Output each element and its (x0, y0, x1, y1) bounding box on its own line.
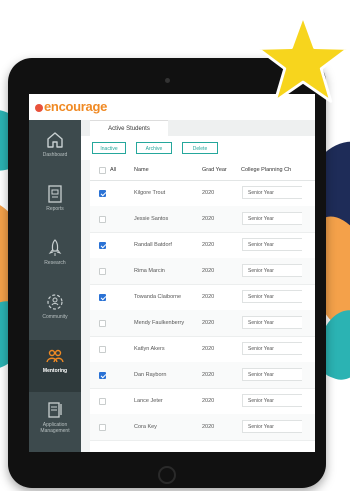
logo-text: encourage (44, 99, 108, 114)
grad-year: 2020 (202, 320, 215, 326)
column-header-college-planning[interactable]: College Planning Ch (241, 167, 291, 173)
home-icon (47, 132, 63, 148)
row-checkbox[interactable] (99, 424, 106, 431)
main-content: Active Students Inactive Archive Delete … (81, 120, 315, 452)
column-header-name[interactable]: Name (134, 167, 149, 173)
college-planning-select[interactable]: Senior Year (242, 238, 302, 251)
table-row[interactable]: Lance Jeter 2020 Senior Year (90, 388, 315, 415)
grad-year: 2020 (202, 190, 215, 196)
student-name[interactable]: Dan Rayborn (134, 372, 166, 378)
table-row[interactable]: Mendy Faulkenberry 2020 Senior Year (90, 310, 315, 337)
student-name[interactable]: Cora Key (134, 424, 157, 430)
sidebar-item-label: Research (44, 260, 66, 266)
grad-year: 2020 (202, 424, 215, 430)
table-row[interactable]: Jessie Santos 2020 Senior Year (90, 206, 315, 233)
college-planning-select[interactable]: Senior Year (242, 394, 302, 407)
tab-bar: Active Students (81, 120, 315, 137)
sidebar-item-label: Dashboard (42, 152, 68, 158)
sidebar-item-research[interactable]: Research (29, 232, 81, 284)
grad-year: 2020 (202, 346, 215, 352)
college-planning-select[interactable]: Senior Year (242, 290, 302, 303)
action-toolbar: Inactive Archive Delete (81, 136, 315, 160)
sidebar-item-mentoring[interactable]: Mentoring (29, 340, 81, 392)
mentoring-icon (46, 349, 64, 363)
table-row[interactable]: Randall Batdorf 2020 Senior Year (90, 232, 315, 259)
tablet-frame: encourage Dashboard Reports Research Com… (8, 58, 326, 488)
college-planning-select[interactable]: Senior Year (242, 368, 302, 381)
table-row[interactable]: Rima Marcin 2020 Senior Year (90, 258, 315, 285)
app-logo[interactable]: encourage (35, 99, 107, 114)
student-name[interactable]: Katlyn Akers (134, 346, 165, 352)
sidebar-item-application-management[interactable]: Application Management (29, 394, 81, 446)
table-row[interactable]: Cora Key 2020 Senior Year (90, 414, 315, 441)
row-checkbox[interactable] (99, 320, 106, 327)
app-screen: encourage Dashboard Reports Research Com… (29, 94, 315, 452)
table-row[interactable]: Dan Rayborn 2020 Senior Year (90, 362, 315, 389)
student-name[interactable]: Lance Jeter (134, 398, 163, 404)
row-checkbox[interactable] (99, 190, 106, 197)
row-checkbox[interactable] (99, 268, 106, 275)
student-name[interactable]: Jessie Santos (134, 216, 168, 222)
sidebar-item-label: Application Management (40, 422, 70, 434)
student-name[interactable]: Towanda Claiborne (134, 294, 181, 300)
row-checkbox[interactable] (99, 346, 106, 353)
grad-year: 2020 (202, 242, 215, 248)
table-row[interactable]: Towanda Claiborne 2020 Senior Year (90, 284, 315, 311)
archive-button[interactable]: Archive (136, 142, 172, 154)
table-header: All Name Grad Year College Planning Ch (90, 160, 315, 181)
column-header-grad-year[interactable]: Grad Year (202, 167, 227, 173)
row-checkbox[interactable] (99, 294, 106, 301)
students-table: All Name Grad Year College Planning Ch K… (90, 160, 315, 452)
sidebar-item-label: Reports (46, 206, 64, 212)
college-planning-select[interactable]: Senior Year (242, 264, 302, 277)
clipboard-icon (48, 402, 62, 418)
college-planning-select[interactable]: Senior Year (242, 420, 302, 433)
student-name[interactable]: Rima Marcin (134, 268, 165, 274)
sidebar-item-label: Mentoring (42, 368, 68, 374)
sidebar-item-label: Community (42, 314, 68, 320)
rocket-icon (48, 239, 62, 256)
sidebar: Dashboard Reports Research Community Men… (29, 120, 81, 452)
table-row[interactable]: Kilgore Trout 2020 Senior Year (90, 180, 315, 207)
row-checkbox[interactable] (99, 242, 106, 249)
camera-dot (165, 78, 170, 83)
row-checkbox[interactable] (99, 372, 106, 379)
star-icon (256, 14, 350, 103)
inactive-button[interactable]: Inactive (92, 142, 126, 154)
sidebar-item-dashboard[interactable]: Dashboard (29, 124, 81, 176)
college-planning-select[interactable]: Senior Year (242, 186, 302, 199)
report-icon (48, 185, 62, 203)
community-icon (47, 294, 63, 310)
grad-year: 2020 (202, 398, 215, 404)
logo-mark-icon (35, 103, 43, 112)
college-planning-select[interactable]: Senior Year (242, 212, 302, 225)
select-all-checkbox[interactable] (99, 167, 106, 174)
table-row[interactable]: Katlyn Akers 2020 Senior Year (90, 336, 315, 363)
grad-year: 2020 (202, 216, 215, 222)
grad-year: 2020 (202, 268, 215, 274)
column-header-select: All (110, 167, 117, 173)
college-planning-select[interactable]: Senior Year (242, 316, 302, 329)
student-name[interactable]: Randall Batdorf (134, 242, 172, 248)
row-checkbox[interactable] (99, 398, 106, 405)
college-planning-select[interactable]: Senior Year (242, 342, 302, 355)
sidebar-item-community[interactable]: Community (29, 286, 81, 338)
row-checkbox[interactable] (99, 216, 106, 223)
delete-button[interactable]: Delete (182, 142, 218, 154)
student-name[interactable]: Kilgore Trout (134, 190, 165, 196)
tab-active-students[interactable]: Active Students (90, 120, 168, 137)
home-button[interactable] (158, 466, 176, 484)
grad-year: 2020 (202, 294, 215, 300)
grad-year: 2020 (202, 372, 215, 378)
student-name[interactable]: Mendy Faulkenberry (134, 320, 184, 326)
sidebar-item-reports[interactable]: Reports (29, 178, 81, 230)
